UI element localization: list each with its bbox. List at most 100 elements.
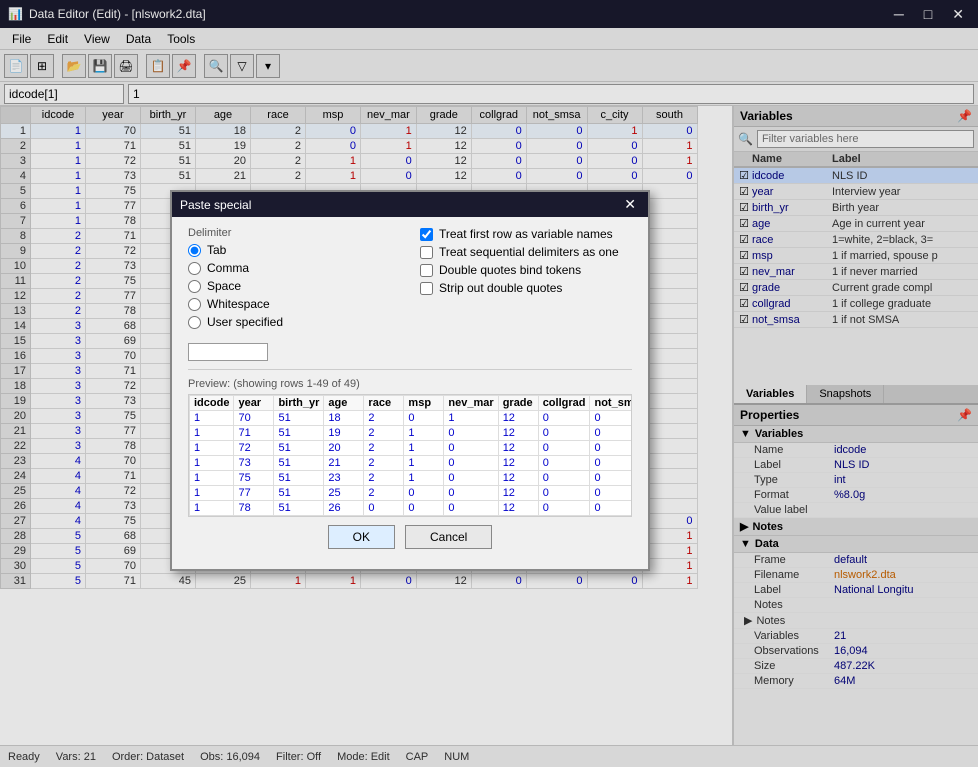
preview-cell: 0 <box>590 426 632 441</box>
check-sequential[interactable]: Treat sequential delimiters as one <box>420 245 632 259</box>
preview-cell: 0 <box>444 501 498 516</box>
preview-cell: 1 <box>190 441 234 456</box>
check-strip-quotes[interactable]: Strip out double quotes <box>420 281 632 295</box>
preview-cell: 0 <box>538 456 590 471</box>
user-specified-input[interactable] <box>188 343 268 361</box>
preview-cell: 0 <box>404 501 444 516</box>
check-first-row-input[interactable] <box>420 228 433 241</box>
preview-cell: 23 <box>324 471 364 486</box>
preview-cell: 2 <box>364 411 404 426</box>
radio-comma-input[interactable] <box>188 262 201 275</box>
preview-cell: 77 <box>234 486 274 501</box>
check-double-bind[interactable]: Double quotes bind tokens <box>420 263 632 277</box>
preview-cell: 0 <box>538 471 590 486</box>
options-checkboxes: Treat first row as variable names Treat … <box>420 227 632 295</box>
preview-cell: 26 <box>324 501 364 516</box>
preview-cell: 0 <box>538 501 590 516</box>
preview-cell: 12 <box>498 411 538 426</box>
preview-col-header: idcode <box>190 396 234 411</box>
preview-cell: 0 <box>404 486 444 501</box>
preview-cell: 1 <box>190 486 234 501</box>
preview-cell: 0 <box>364 501 404 516</box>
preview-row: 17151192101200 <box>190 426 633 441</box>
dialog-columns: Delimiter Tab Comma Space Whitespace <box>188 227 632 361</box>
preview-cell: 0 <box>590 471 632 486</box>
preview-cell: 0 <box>444 471 498 486</box>
preview-row: 17751252001200 <box>190 486 633 501</box>
preview-col-header: age <box>324 396 364 411</box>
preview-cell: 12 <box>498 501 538 516</box>
preview-cell: 0 <box>590 501 632 516</box>
preview-col-header: nev_mar <box>444 396 498 411</box>
preview-col-header: msp <box>404 396 444 411</box>
radio-whitespace-input[interactable] <box>188 298 201 311</box>
preview-cell: 75 <box>234 471 274 486</box>
dialog-left: Delimiter Tab Comma Space Whitespace <box>188 227 400 361</box>
preview-cell: 73 <box>234 456 274 471</box>
preview-cell: 51 <box>274 456 324 471</box>
cancel-button[interactable]: Cancel <box>405 525 492 549</box>
preview-cell: 2 <box>364 456 404 471</box>
preview-cell: 20 <box>324 441 364 456</box>
preview-row: 17851260001200 <box>190 501 633 516</box>
preview-cell: 0 <box>538 441 590 456</box>
preview-row: 17051182011200 <box>190 411 633 426</box>
preview-col-header: race <box>364 396 404 411</box>
delimiter-options: Tab Comma Space Whitespace User spec <box>188 243 400 329</box>
preview-row: 17551232101200 <box>190 471 633 486</box>
preview-cell: 12 <box>498 456 538 471</box>
preview-cell: 0 <box>590 411 632 426</box>
preview-col-header: collgrad <box>538 396 590 411</box>
ok-button[interactable]: OK <box>328 525 395 549</box>
preview-row: 17351212101200 <box>190 456 633 471</box>
preview-cell: 1 <box>190 426 234 441</box>
preview-cell: 0 <box>590 486 632 501</box>
dialog-titlebar: Paste special ✕ <box>172 192 648 217</box>
check-double-bind-input[interactable] <box>420 264 433 277</box>
preview-cell: 71 <box>234 426 274 441</box>
preview-cell: 1 <box>190 456 234 471</box>
preview-cell: 0 <box>444 441 498 456</box>
preview-cell: 0 <box>444 426 498 441</box>
preview-cell: 51 <box>274 411 324 426</box>
preview-cell: 12 <box>498 486 538 501</box>
preview-cell: 72 <box>234 441 274 456</box>
preview-cell: 51 <box>274 501 324 516</box>
preview-col-header: year <box>234 396 274 411</box>
preview-cell: 1 <box>190 411 234 426</box>
check-first-row[interactable]: Treat first row as variable names <box>420 227 632 241</box>
preview-table-container[interactable]: idcodeyearbirth_yrageracemspnev_margrade… <box>188 394 632 517</box>
preview-row: 17251202101200 <box>190 441 633 456</box>
preview-cell: 0 <box>538 486 590 501</box>
preview-cell: 1 <box>190 501 234 516</box>
dialog-close-button[interactable]: ✕ <box>620 196 640 213</box>
check-strip-quotes-input[interactable] <box>420 282 433 295</box>
preview-cell: 2 <box>364 426 404 441</box>
preview-cell: 1 <box>404 471 444 486</box>
preview-cell: 1 <box>444 411 498 426</box>
preview-cell: 51 <box>274 426 324 441</box>
preview-cell: 0 <box>590 456 632 471</box>
radio-tab-input[interactable] <box>188 244 201 257</box>
preview-cell: 18 <box>324 411 364 426</box>
radio-user-specified[interactable]: User specified <box>188 315 400 329</box>
dialog-separator <box>188 369 632 370</box>
check-sequential-input[interactable] <box>420 246 433 259</box>
radio-userspec-input[interactable] <box>188 316 201 329</box>
preview-col-header: not_sm <box>590 396 632 411</box>
paste-dialog: Paste special ✕ Delimiter Tab Comma S <box>170 190 650 571</box>
preview-cell: 78 <box>234 501 274 516</box>
preview-cell: 21 <box>324 456 364 471</box>
dialog-title: Paste special <box>180 198 251 212</box>
radio-space-input[interactable] <box>188 280 201 293</box>
radio-whitespace[interactable]: Whitespace <box>188 297 400 311</box>
dialog-body: Delimiter Tab Comma Space Whitespace <box>172 217 648 569</box>
preview-cell: 1 <box>404 426 444 441</box>
preview-cell: 51 <box>274 471 324 486</box>
preview-cell: 2 <box>364 486 404 501</box>
radio-tab[interactable]: Tab <box>188 243 400 257</box>
radio-comma[interactable]: Comma <box>188 261 400 275</box>
radio-space[interactable]: Space <box>188 279 400 293</box>
preview-cell: 0 <box>590 441 632 456</box>
preview-cell: 1 <box>404 456 444 471</box>
